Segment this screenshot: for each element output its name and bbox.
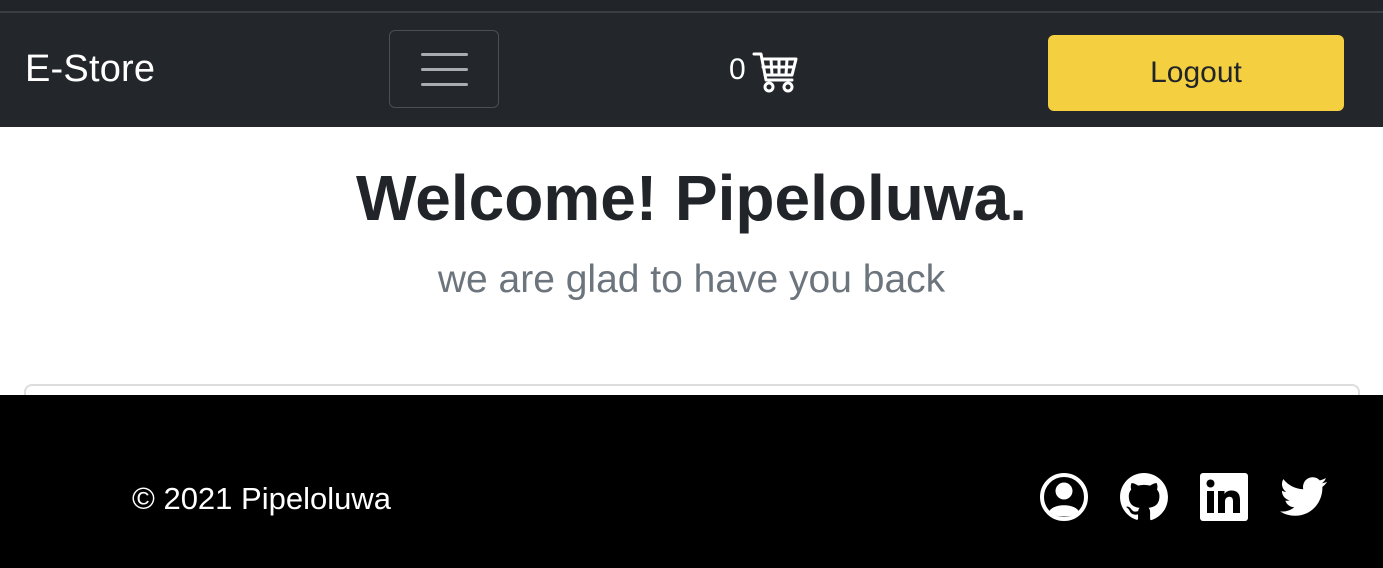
footer: © 2021 Pipeloluwa <box>0 395 1383 568</box>
twitter-link[interactable] <box>1279 474 1329 524</box>
copyright-text: © 2021 Pipeloluwa <box>132 481 391 516</box>
twitter-icon <box>1280 475 1328 524</box>
top-strip <box>0 0 1383 13</box>
shopping-cart-icon <box>752 50 798 99</box>
welcome-title: Welcome! Pipeloluwa. <box>356 162 1027 234</box>
cart-link[interactable]: 0 <box>729 51 798 97</box>
linkedin-link[interactable] <box>1199 472 1249 526</box>
profile-link[interactable] <box>1039 472 1089 527</box>
navbar: E-Store 0 Logout <box>0 13 1383 127</box>
linkedin-icon <box>1200 472 1248 526</box>
user-circle-icon <box>1039 472 1089 527</box>
github-link[interactable] <box>1119 472 1169 527</box>
navbar-toggler-button[interactable] <box>389 30 499 108</box>
github-icon <box>1119 472 1169 527</box>
brand-link[interactable]: E-Store <box>25 47 155 91</box>
logout-button[interactable]: Logout <box>1048 35 1344 111</box>
cart-count: 0 <box>729 53 746 86</box>
welcome-subtitle: we are glad to have you back <box>437 258 946 301</box>
